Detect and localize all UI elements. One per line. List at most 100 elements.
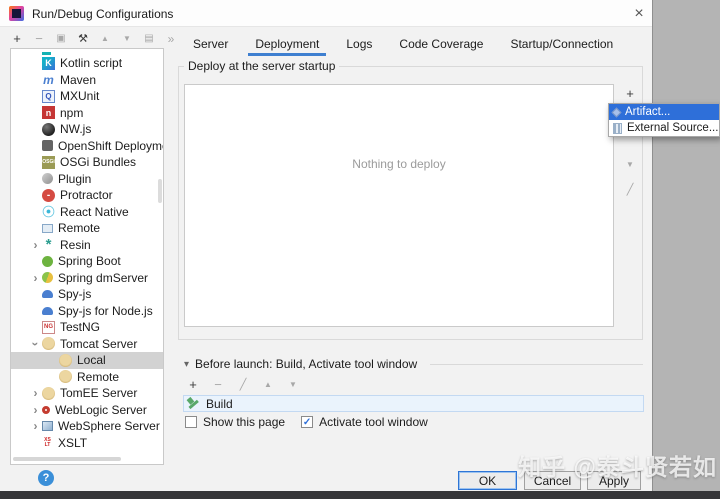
empty-state-text: Nothing to deploy — [352, 157, 446, 171]
plugin-icon — [42, 173, 53, 185]
edit-icon[interactable]: ╱ — [623, 183, 637, 197]
deploy-group-legend: Deploy at the server startup — [184, 59, 340, 73]
protractor-icon: - — [42, 188, 55, 202]
chevron-collapsed-icon[interactable]: › — [29, 271, 42, 285]
before-launch-header[interactable]: ▾ Before launch: Build, Activate tool wi… — [184, 357, 417, 371]
tree-item-tomee-server[interactable]: › TomEE Server — [11, 385, 163, 402]
tree-item-xslt[interactable]: XS LT XSLT — [11, 435, 163, 452]
collapse-arrow-icon[interactable]: ▾ — [184, 359, 189, 370]
create-folder-icon[interactable]: ▤ — [142, 32, 156, 46]
add-icon[interactable]: + — [623, 87, 637, 101]
remove-icon[interactable]: − — [32, 32, 46, 46]
tree-item-osgi-bundles[interactable]: OSGi OSGi Bundles — [11, 154, 163, 171]
move-down-icon[interactable]: ▼ — [286, 378, 300, 392]
tab-startup-connection[interactable]: Startup/Connection — [503, 33, 620, 56]
tomcat-icon — [59, 370, 72, 384]
tree-item-websphere-server[interactable]: › WebSphere Server — [11, 418, 163, 435]
configurations-tree: K Kotlin script m Maven Q MXUnit n npm NW.js Open… — [10, 48, 164, 465]
tree-item-openshift-deployment[interactable]: OpenShift Deployment — [11, 138, 163, 155]
chevron-collapsed-icon[interactable]: › — [29, 238, 42, 252]
chevron-expanded-icon[interactable]: › — [29, 337, 43, 350]
tree-item-local[interactable]: Local — [11, 352, 163, 369]
popup-item-artifact[interactable]: Artifact... — [609, 104, 719, 120]
build-hammer-icon — [187, 397, 200, 410]
kotlin-icon: K — [42, 56, 55, 70]
popup-item-label: Artifact... — [625, 106, 671, 118]
react-native-icon — [42, 205, 55, 219]
move-up-icon[interactable]: ▲ — [98, 32, 112, 46]
nwjs-icon — [42, 122, 55, 136]
show-more-icon[interactable]: » — [164, 32, 178, 46]
build-task-row[interactable]: Build — [183, 395, 644, 412]
ok-button[interactable]: OK — [458, 471, 517, 490]
tree-item-label: Tomcat Server — [60, 336, 138, 351]
add-icon[interactable]: + — [186, 378, 200, 392]
tree-item-label: npm — [60, 105, 84, 120]
tree-item-tomcat-server[interactable]: › Tomcat Server — [11, 336, 163, 353]
tab-server[interactable]: Server — [186, 33, 235, 56]
tree-item-label: NW.js — [60, 122, 92, 137]
copy-icon[interactable]: ▣ — [54, 32, 68, 46]
before-launch-divider — [430, 364, 643, 365]
deploy-group: Deploy at the server startup Nothing to … — [178, 59, 643, 340]
tree-item-react-native[interactable]: React Native — [11, 204, 163, 221]
before-launch-label: Before launch: Build, Activate tool wind… — [195, 357, 418, 371]
before-launch-options: Show this page ✓ Activate tool window — [185, 415, 428, 429]
tree-item-remote[interactable]: Remote — [11, 220, 163, 237]
checkbox-activate-tool-window[interactable]: ✓ Activate tool window — [301, 415, 428, 429]
tree-item-weblogic-server[interactable]: › WebLogic Server — [11, 402, 163, 419]
tree-item-spring-boot[interactable]: Spring Boot — [11, 253, 163, 270]
tree-item-mxunit[interactable]: Q MXUnit — [11, 88, 163, 105]
tree-item-testng[interactable]: NG TestNG — [11, 319, 163, 336]
tree-item-remote[interactable]: Remote — [11, 369, 163, 386]
tab-logs[interactable]: Logs — [339, 33, 379, 56]
watermark-text: 知乎 @泰斗贤若如 — [518, 454, 717, 480]
edit-defaults-wrench-icon[interactable]: ⚒ — [76, 32, 90, 46]
tree-item-label: OSGi Bundles — [60, 155, 137, 170]
tree-item-spy-js-for-node-js[interactable]: Spy-js for Node.js — [11, 303, 163, 320]
chevron-collapsed-icon[interactable]: › — [29, 419, 42, 433]
help-button[interactable]: ? — [38, 470, 54, 486]
bottom-dark-strip — [0, 491, 720, 499]
move-down-icon[interactable]: ▼ — [623, 158, 637, 172]
tab-deployment[interactable]: Deployment — [248, 33, 327, 56]
tree-item-npm[interactable]: n npm — [11, 105, 163, 122]
tab-code-coverage[interactable]: Code Coverage — [392, 33, 490, 56]
tree-item-label: Plugin — [58, 171, 92, 186]
tree-item-spring-dmserver[interactable]: › Spring dmServer — [11, 270, 163, 287]
edit-icon[interactable]: ╱ — [236, 378, 250, 392]
checkbox-label: Show this page — [203, 415, 286, 429]
tree-item-resin[interactable]: › * Resin — [11, 236, 163, 253]
tree-item-label: Spy-js — [58, 287, 92, 302]
move-down-icon[interactable]: ▼ — [120, 32, 134, 46]
deploy-list[interactable]: Nothing to deploy — [184, 84, 614, 327]
add-artifact-popup: Artifact... External Source... — [608, 103, 720, 137]
close-icon[interactable]: × — [628, 4, 650, 24]
horizontal-scrollbar[interactable] — [13, 457, 121, 461]
checkbox-unchecked-icon[interactable] — [185, 416, 197, 428]
tree-item-kotlin-script[interactable]: K Kotlin script — [11, 55, 163, 72]
tree-item-label: TomEE Server — [60, 386, 138, 401]
tree-item-spy-js[interactable]: Spy-js — [11, 286, 163, 303]
add-icon[interactable]: + — [10, 32, 24, 46]
tree-item-nw-js[interactable]: NW.js — [11, 121, 163, 138]
tree-item-plugin[interactable]: Plugin — [11, 171, 163, 188]
external-source-icon — [613, 122, 622, 134]
tree-item-label: TestNG — [60, 320, 101, 335]
spring-boot-icon — [42, 255, 53, 267]
move-up-icon[interactable]: ▲ — [261, 378, 275, 392]
run-debug-configurations-dialog: Run/Debug Configurations × + − ▣ ⚒ ▲ ▼ ▤» K Kot… — [0, 0, 653, 491]
checkbox-show-this-page[interactable]: Show this page — [185, 415, 285, 429]
tree-item-label: Local — [77, 353, 106, 368]
tree-item-label: OpenShift Deployment — [58, 138, 163, 153]
tree-item-label: Remote — [77, 369, 120, 384]
popup-item-external-source[interactable]: External Source... — [609, 120, 719, 136]
tree-item-maven[interactable]: m Maven — [11, 72, 163, 89]
remove-icon[interactable]: − — [211, 378, 225, 392]
tree-item-label: Protractor — [60, 188, 113, 203]
chevron-collapsed-icon[interactable]: › — [29, 403, 42, 417]
checkbox-checked-icon[interactable]: ✓ — [301, 416, 314, 428]
tree-item-protractor[interactable]: - Protractor — [11, 187, 163, 204]
vertical-scrollbar[interactable] — [158, 179, 162, 203]
chevron-collapsed-icon[interactable]: › — [29, 386, 42, 400]
